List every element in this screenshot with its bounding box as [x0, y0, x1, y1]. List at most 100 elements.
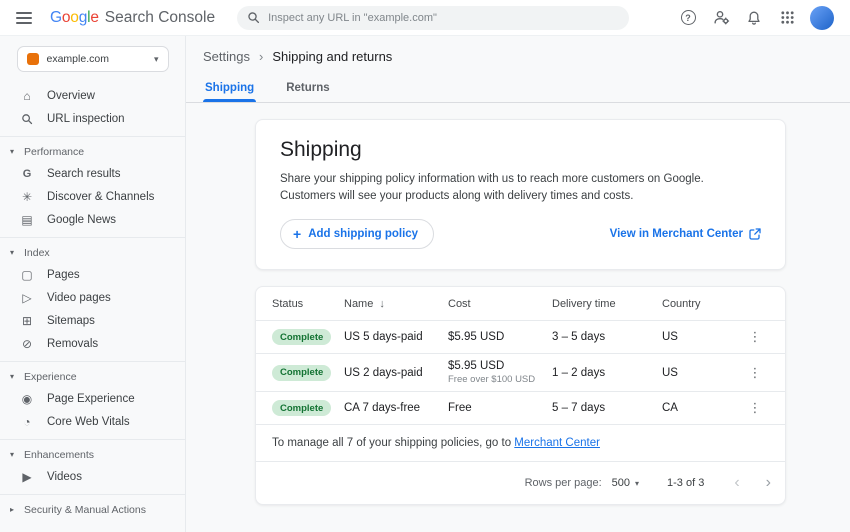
- main-header: Settings › Shipping and returns Shipping…: [186, 36, 850, 103]
- rows-per-page-value: 500: [612, 477, 630, 489]
- policy-name: CA 7 days-free: [344, 402, 448, 414]
- section-label: Experience: [24, 371, 77, 383]
- property-name: example.com: [47, 53, 146, 65]
- menu-icon[interactable]: [16, 9, 34, 27]
- description-line: Customers will see your products along w…: [280, 188, 761, 205]
- sidebar-section-enhancements[interactable]: ▾ Enhancements: [0, 444, 185, 465]
- product-name: Search Console: [105, 9, 215, 27]
- sidebar-item-core-web-vitals[interactable]: ◔ Core Web Vitals: [0, 410, 185, 433]
- sidebar-item-label: Removals: [47, 338, 98, 350]
- table-header-row: Status Name ↓ Cost Delivery time Country: [256, 287, 785, 321]
- user-avatar[interactable]: [810, 6, 834, 30]
- kebab-icon: ⋮: [749, 365, 762, 380]
- sort-descending-icon: ↓: [379, 298, 385, 310]
- sidebar-section-performance[interactable]: ▾ Performance: [0, 141, 185, 162]
- status-badge: Complete: [272, 400, 331, 416]
- chevron-down-icon: ▾: [635, 479, 639, 488]
- topbar-actions: ?: [678, 6, 834, 30]
- divider: [0, 237, 185, 238]
- sidebar-item-videos[interactable]: ▶ Videos: [0, 465, 185, 488]
- policy-delivery-time: 5 – 7 days: [552, 402, 662, 414]
- policy-name: US 2 days-paid: [344, 367, 448, 379]
- sidebar-item-label: Overview: [47, 90, 95, 102]
- sidebar-item-sitemaps[interactable]: ⊞ Sitemaps: [0, 309, 185, 332]
- app-logo[interactable]: Google Search Console: [50, 9, 215, 27]
- divider: [0, 361, 185, 362]
- sidebar-section-experience[interactable]: ▾ Experience: [0, 366, 185, 387]
- logo-letter: o: [70, 9, 78, 27]
- help-button[interactable]: ?: [678, 8, 698, 28]
- section-label: Enhancements: [24, 449, 94, 461]
- bell-icon: [746, 10, 762, 26]
- breadcrumb-settings[interactable]: Settings: [203, 49, 250, 64]
- url-inspection-searchbar[interactable]: [237, 6, 629, 30]
- kebab-icon: ⋮: [749, 329, 762, 344]
- card-description: Share your shipping policy information w…: [280, 171, 761, 204]
- notifications-button[interactable]: [744, 8, 764, 28]
- rows-per-page-select[interactable]: 500 ▾: [612, 477, 639, 489]
- column-header-status: Status: [272, 298, 344, 310]
- breadcrumb: Settings › Shipping and returns: [203, 49, 850, 64]
- pagination-range: 1-3 of 3: [667, 477, 704, 489]
- hamburger-bars: [16, 17, 32, 19]
- help-icon: ?: [681, 10, 696, 25]
- next-page-button[interactable]: ›: [766, 475, 771, 491]
- search-input[interactable]: [268, 12, 619, 24]
- divider: [0, 494, 185, 495]
- previous-page-button[interactable]: ‹: [734, 475, 739, 491]
- view-in-merchant-center-link[interactable]: View in Merchant Center: [610, 228, 761, 240]
- app-shell: example.com ▾ ⌂ Overview URL inspection: [0, 36, 850, 532]
- tab-returns[interactable]: Returns: [284, 77, 331, 102]
- sidebar-item-label: Videos: [47, 471, 82, 483]
- divider: [0, 439, 185, 440]
- section-label: Security & Manual Actions: [24, 504, 146, 516]
- sidebar-item-removals[interactable]: ⊘ Removals: [0, 332, 185, 355]
- add-button-label: Add shipping policy: [308, 228, 418, 240]
- pages-icon: ▢: [20, 268, 34, 282]
- tab-shipping[interactable]: Shipping: [203, 77, 256, 102]
- merchant-center-link[interactable]: Merchant Center: [514, 437, 600, 449]
- row-menu-button[interactable]: ⋮: [741, 329, 769, 345]
- property-selector[interactable]: example.com ▾: [17, 46, 169, 72]
- sidebar-item-pages[interactable]: ▢ Pages: [0, 263, 185, 286]
- kebab-icon: ⋮: [749, 400, 762, 415]
- sidebar-item-search-results[interactable]: G Search results: [0, 162, 185, 185]
- add-shipping-policy-button[interactable]: + Add shipping policy: [280, 219, 434, 249]
- logo-letter: o: [62, 9, 70, 27]
- sidebar-item-url-inspection[interactable]: URL inspection: [0, 107, 185, 130]
- sidebar-section-security-manual-actions[interactable]: ▸ Security & Manual Actions: [0, 499, 185, 520]
- divider: [0, 136, 185, 137]
- caret-down-icon: ▾: [10, 450, 18, 459]
- apps-grid-button[interactable]: [777, 8, 797, 28]
- column-header-name[interactable]: Name ↓: [344, 298, 448, 310]
- column-header-label: Name: [344, 298, 373, 310]
- sidebar-item-discover-channels[interactable]: ✳ Discover & Channels: [0, 185, 185, 208]
- caret-down-icon: ▾: [10, 147, 18, 156]
- video-icon: ▷: [20, 291, 34, 305]
- policy-cost: Free: [448, 402, 552, 414]
- row-menu-button[interactable]: ⋮: [741, 400, 769, 416]
- manage-users-button[interactable]: [711, 8, 731, 28]
- section-label: Performance: [24, 146, 84, 158]
- apps-grid-icon: [780, 10, 795, 25]
- sidebar-item-label: Google News: [47, 214, 116, 226]
- videos-icon: ▶: [20, 470, 34, 484]
- sidebar-item-overview[interactable]: ⌂ Overview: [0, 84, 185, 107]
- home-icon: ⌂: [20, 89, 34, 103]
- caret-down-icon: ▾: [10, 248, 18, 257]
- sidebar-item-page-experience[interactable]: ◉ Page Experience: [0, 387, 185, 410]
- search-icon: [247, 11, 260, 24]
- table-row: Complete US 2 days-paid $5.95 USD Free o…: [256, 354, 785, 392]
- tab-bar: Shipping Returns: [203, 77, 850, 102]
- sidebar-section-index[interactable]: ▾ Index: [0, 242, 185, 263]
- row-menu-button[interactable]: ⋮: [741, 365, 769, 381]
- logo-letter: G: [50, 9, 62, 27]
- description-line: Share your shipping policy information w…: [280, 171, 761, 188]
- person-gear-icon: [713, 9, 730, 26]
- sidebar-item-google-news[interactable]: ▤ Google News: [0, 208, 185, 231]
- column-header-cost: Cost: [448, 298, 552, 310]
- page-title: Shipping and returns: [272, 49, 392, 64]
- policy-country: CA: [662, 402, 741, 414]
- sidebar-item-video-pages[interactable]: ▷ Video pages: [0, 286, 185, 309]
- shipping-policies-table: Status Name ↓ Cost Delivery time Country…: [255, 286, 786, 505]
